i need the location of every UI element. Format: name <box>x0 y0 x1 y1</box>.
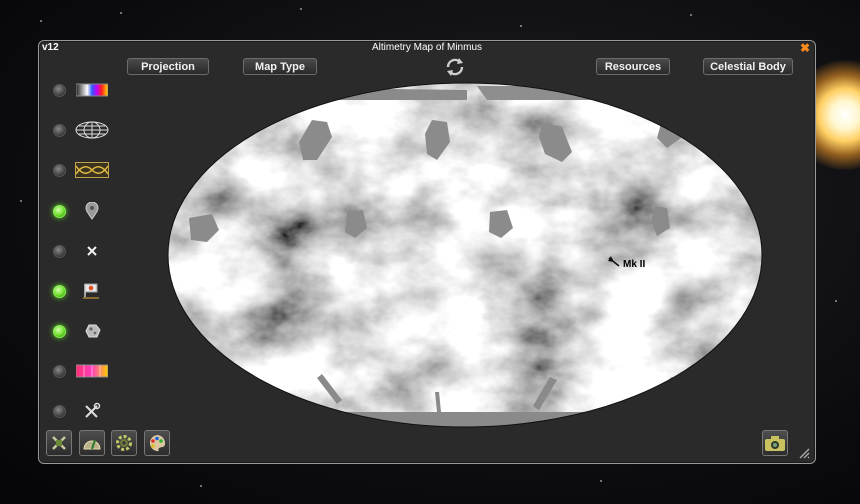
waypoint-toggle[interactable] <box>53 205 66 218</box>
projection-button[interactable]: Projection <box>127 58 209 75</box>
star <box>300 8 302 10</box>
sidebar-item-color-scale[interactable] <box>53 80 113 102</box>
grid-toggle[interactable] <box>53 124 66 137</box>
asteroid-toggle[interactable] <box>53 325 66 338</box>
sidebar-item-resource-overlay[interactable] <box>53 361 113 383</box>
star <box>20 200 22 202</box>
flag-toggle[interactable] <box>53 285 66 298</box>
sidebar-item-waypoint[interactable] <box>53 201 113 223</box>
sidebar-item-asteroid[interactable] <box>53 321 113 343</box>
close-button[interactable]: ✖ <box>800 41 810 55</box>
resource-overlay-toggle[interactable] <box>53 365 66 378</box>
settings-gear-icon[interactable] <box>111 430 137 456</box>
map-type-button[interactable]: Map Type <box>243 58 317 75</box>
camera-icon[interactable] <box>762 430 788 456</box>
star <box>520 25 522 27</box>
x-mark-icon[interactable] <box>75 241 109 261</box>
ground-track-toggle[interactable] <box>53 164 66 177</box>
color-gradient-icon[interactable] <box>75 80 109 100</box>
sidebar-item-anomaly[interactable] <box>53 241 113 263</box>
star <box>40 20 42 22</box>
resource-gradient-icon[interactable] <box>75 361 109 381</box>
sidebar-item-grid[interactable] <box>53 120 113 142</box>
tools-toggle[interactable] <box>53 405 66 418</box>
scansat-map-window: v12 Altimetry Map of Minmus ✖ Projection… <box>38 40 816 464</box>
sidebar-item-tools[interactable] <box>53 401 113 423</box>
map-pin-icon[interactable] <box>75 201 109 221</box>
celestial-body-button[interactable]: Celestial Body <box>703 58 793 75</box>
window-title: Altimetry Map of Minmus <box>371 42 483 53</box>
asteroid-icon[interactable] <box>75 321 109 341</box>
color-palette-icon[interactable] <box>144 430 170 456</box>
anomaly-toggle[interactable] <box>53 245 66 258</box>
star <box>200 485 202 487</box>
altimetry-map[interactable]: Mk II <box>167 82 763 428</box>
altimeter-icon[interactable] <box>79 430 105 456</box>
orbit-track-icon[interactable] <box>75 160 109 180</box>
vessel-label: Mk II <box>623 259 645 270</box>
flag-icon[interactable] <box>75 281 109 301</box>
star <box>690 14 692 16</box>
globe-grid-icon[interactable] <box>75 120 109 140</box>
star <box>600 480 602 482</box>
resources-button[interactable]: Resources <box>596 58 670 75</box>
refresh-icon[interactable] <box>444 56 466 78</box>
sidebar-item-flag[interactable] <box>53 281 113 303</box>
star <box>120 12 122 14</box>
satellite-icon[interactable] <box>46 430 72 456</box>
sidebar-item-ground-track[interactable] <box>53 160 113 182</box>
resize-handle[interactable] <box>798 446 810 459</box>
tools-icon[interactable] <box>75 401 109 421</box>
color-scale-toggle[interactable] <box>53 84 66 97</box>
title-bar[interactable]: v12 Altimetry Map of Minmus ✖ <box>39 41 815 55</box>
star <box>835 300 837 302</box>
